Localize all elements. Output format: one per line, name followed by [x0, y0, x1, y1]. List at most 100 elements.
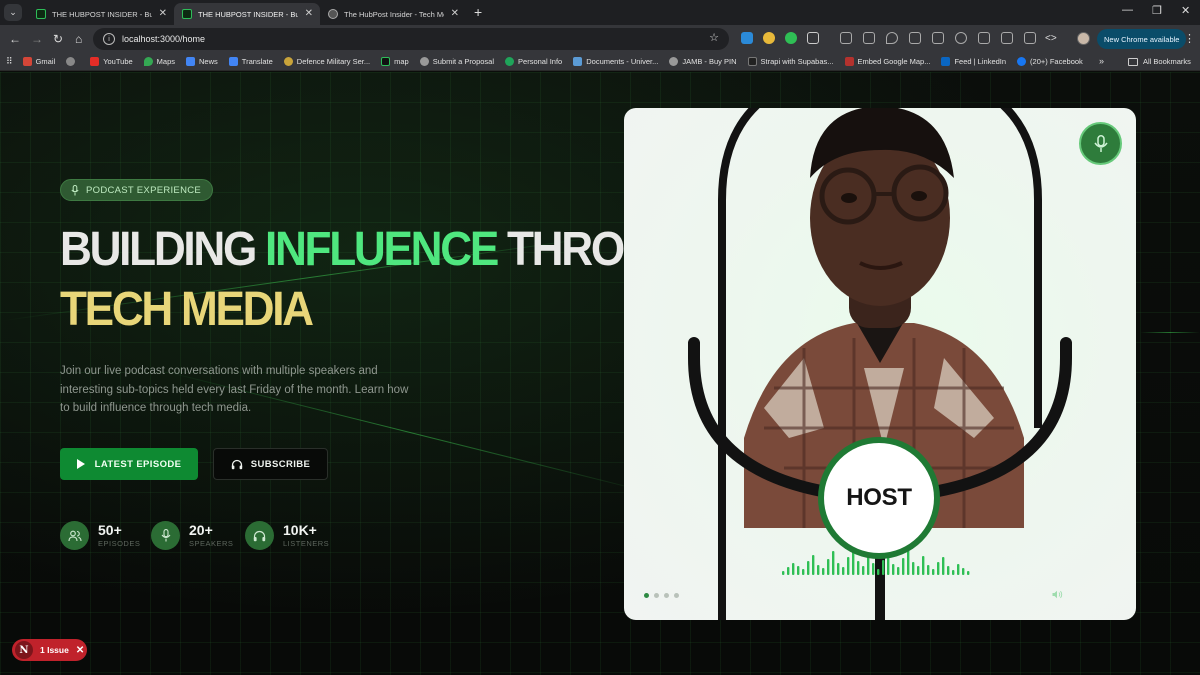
close-window-icon[interactable]: ✕ — [1181, 4, 1190, 17]
apps-grid-icon[interactable]: ⠿ — [6, 56, 13, 67]
new-chrome-available-button[interactable]: New Chrome available — [1097, 29, 1187, 49]
all-bookmarks-button[interactable]: All Bookmarks — [1128, 57, 1191, 66]
bookmark-item[interactable]: Gmail — [22, 57, 55, 66]
carousel-dot[interactable] — [674, 593, 679, 598]
stat-label: EPISODES — [98, 538, 141, 548]
carousel-dot[interactable] — [664, 593, 669, 598]
latest-episode-button[interactable]: LATEST EPISODE — [60, 448, 198, 480]
stat-label: LISTENERS — [283, 538, 330, 548]
site-info-icon[interactable]: i — [103, 33, 115, 45]
sound-wave-bar — [822, 568, 825, 575]
bookmarks-icon[interactable] — [909, 32, 921, 44]
carousel-dot[interactable] — [644, 593, 649, 598]
sound-wave-bar — [797, 566, 800, 575]
sound-wave-bar — [872, 563, 875, 575]
new-tab-button[interactable]: + — [474, 4, 482, 20]
bookmark-item[interactable]: Translate — [228, 57, 273, 66]
sound-wave-bar — [967, 571, 970, 575]
bookmark-item[interactable]: Strapi with Supabas... — [747, 57, 834, 66]
bookmark-item[interactable]: YouTube — [90, 57, 133, 66]
bookmark-item[interactable]: Maps — [143, 57, 175, 66]
sound-wave-bar — [942, 557, 945, 575]
tab-strip: ⌄ THE HUBPOST INSIDER - Buildi ✕ THE HUB… — [0, 0, 1200, 25]
reading-list-icon[interactable] — [932, 32, 944, 44]
stat-speakers: 20+ SPEAKERS — [151, 521, 233, 550]
nextjs-issue-badge[interactable]: N 1 Issue ✕ — [12, 639, 87, 661]
more-bookmarks-icon[interactable]: » — [1099, 56, 1104, 66]
browser-tab[interactable]: THE HUBPOST INSIDER - Buildi ✕ — [28, 3, 174, 25]
volume-indicator[interactable] — [1052, 590, 1063, 599]
mic-icon — [71, 184, 79, 195]
mc-icon — [747, 57, 757, 66]
latest-episode-label: LATEST EPISODE — [94, 458, 182, 470]
bookmark-item[interactable]: News — [186, 57, 218, 66]
screenshot-icon[interactable] — [1001, 32, 1013, 44]
location-icon[interactable] — [886, 32, 898, 44]
extension-icon[interactable] — [785, 32, 797, 44]
code-icon[interactable]: <> — [1045, 31, 1057, 47]
browser-tab[interactable]: The HubPost Insider - Tech Med ✕ — [320, 3, 466, 25]
profile-avatar[interactable] — [1077, 32, 1090, 45]
bookmark-item[interactable] — [66, 57, 79, 66]
mic-icon — [1093, 134, 1108, 152]
extensions-puzzle-icon[interactable] — [807, 32, 819, 44]
hubpost-favicon-icon — [182, 9, 192, 19]
stat-icon-circle — [245, 521, 274, 550]
extension-icon[interactable] — [763, 32, 775, 44]
stat-value: 10K+ — [283, 521, 317, 538]
folder-icon — [1128, 57, 1138, 66]
bookmark-item[interactable]: Documents - Univer... — [573, 57, 658, 66]
address-bar[interactable]: i localhost:3000/home ☆ — [93, 28, 729, 50]
restore-icon[interactable]: ❐ — [1152, 4, 1162, 17]
subscribe-button[interactable]: SUBSCRIBE — [213, 448, 328, 480]
extension-icon[interactable] — [741, 32, 753, 44]
bookmark-item[interactable]: Submit a Proposal — [419, 57, 494, 66]
bookmark-item[interactable]: Personal Info — [505, 57, 562, 66]
microphone-button[interactable] — [1079, 122, 1122, 165]
bookmark-item[interactable]: (20+) Facebook — [1017, 57, 1083, 66]
reload-icon[interactable]: ↻ — [53, 31, 63, 47]
history-icon[interactable] — [955, 32, 967, 44]
stat-episodes: 50+ EPISODES — [60, 521, 140, 550]
browser-tab-active[interactable]: THE HUBPOST INSIDER - Buildi ✕ — [174, 3, 320, 25]
tab-search-button[interactable]: ⌄ — [4, 4, 22, 21]
headline-word-building: BUILDING — [60, 223, 257, 276]
card-icon[interactable] — [863, 32, 875, 44]
globe-icon — [66, 57, 76, 66]
bookmark-item[interactable]: Embed Google Map... — [844, 57, 930, 66]
sound-wave-bar — [807, 561, 810, 575]
browser-menu-icon[interactable]: ⋮ — [1184, 32, 1195, 45]
bookmark-item[interactable]: Defence Military Ser... — [283, 57, 370, 66]
stat-value: 20+ — [189, 521, 213, 538]
map-favicon-icon — [381, 57, 391, 66]
carousel-dot[interactable] — [654, 593, 659, 598]
podcast-experience-badge: PODCAST EXPERIENCE — [60, 179, 214, 201]
delete-icon[interactable] — [978, 32, 990, 44]
back-icon[interactable]: ← — [9, 31, 21, 47]
qr-icon[interactable] — [1024, 32, 1036, 44]
forward-icon[interactable]: → — [31, 31, 43, 47]
dismiss-icon[interactable]: ✕ — [76, 645, 84, 656]
bookmarks-bar: ⠿ Gmail YouTube Maps News Translate Defe… — [0, 53, 1200, 71]
host-badge: HOST — [818, 437, 940, 559]
personal-info-icon — [505, 57, 515, 66]
sound-wave-bar — [862, 566, 865, 575]
documents-icon — [573, 57, 583, 66]
linkedin-icon — [941, 57, 951, 66]
sound-wave-bar — [837, 563, 840, 575]
sound-wave-bar — [922, 556, 925, 575]
bookmark-star-icon[interactable]: ☆ — [709, 31, 719, 44]
sound-wave-bar — [877, 569, 880, 575]
home-icon[interactable]: ⌂ — [75, 31, 82, 47]
tab-close-icon[interactable]: ✕ — [305, 8, 313, 19]
hero-headline: BUILDING INFLUENCE THROUGH TECH MEDIA — [60, 220, 716, 340]
defence-icon — [283, 57, 293, 66]
bookmark-item[interactable]: map — [381, 57, 409, 66]
page: PODCAST EXPERIENCE BUILDING INFLUENCE TH… — [0, 72, 1200, 675]
tab-close-icon[interactable]: ✕ — [451, 8, 459, 19]
tab-close-icon[interactable]: ✕ — [159, 8, 167, 19]
bookmark-item[interactable]: Feed | LinkedIn — [941, 57, 1006, 66]
key-icon[interactable] — [840, 32, 852, 44]
minimize-icon[interactable]: — — [1122, 4, 1133, 16]
bookmark-item[interactable]: JAMB - Buy PIN — [669, 57, 737, 66]
